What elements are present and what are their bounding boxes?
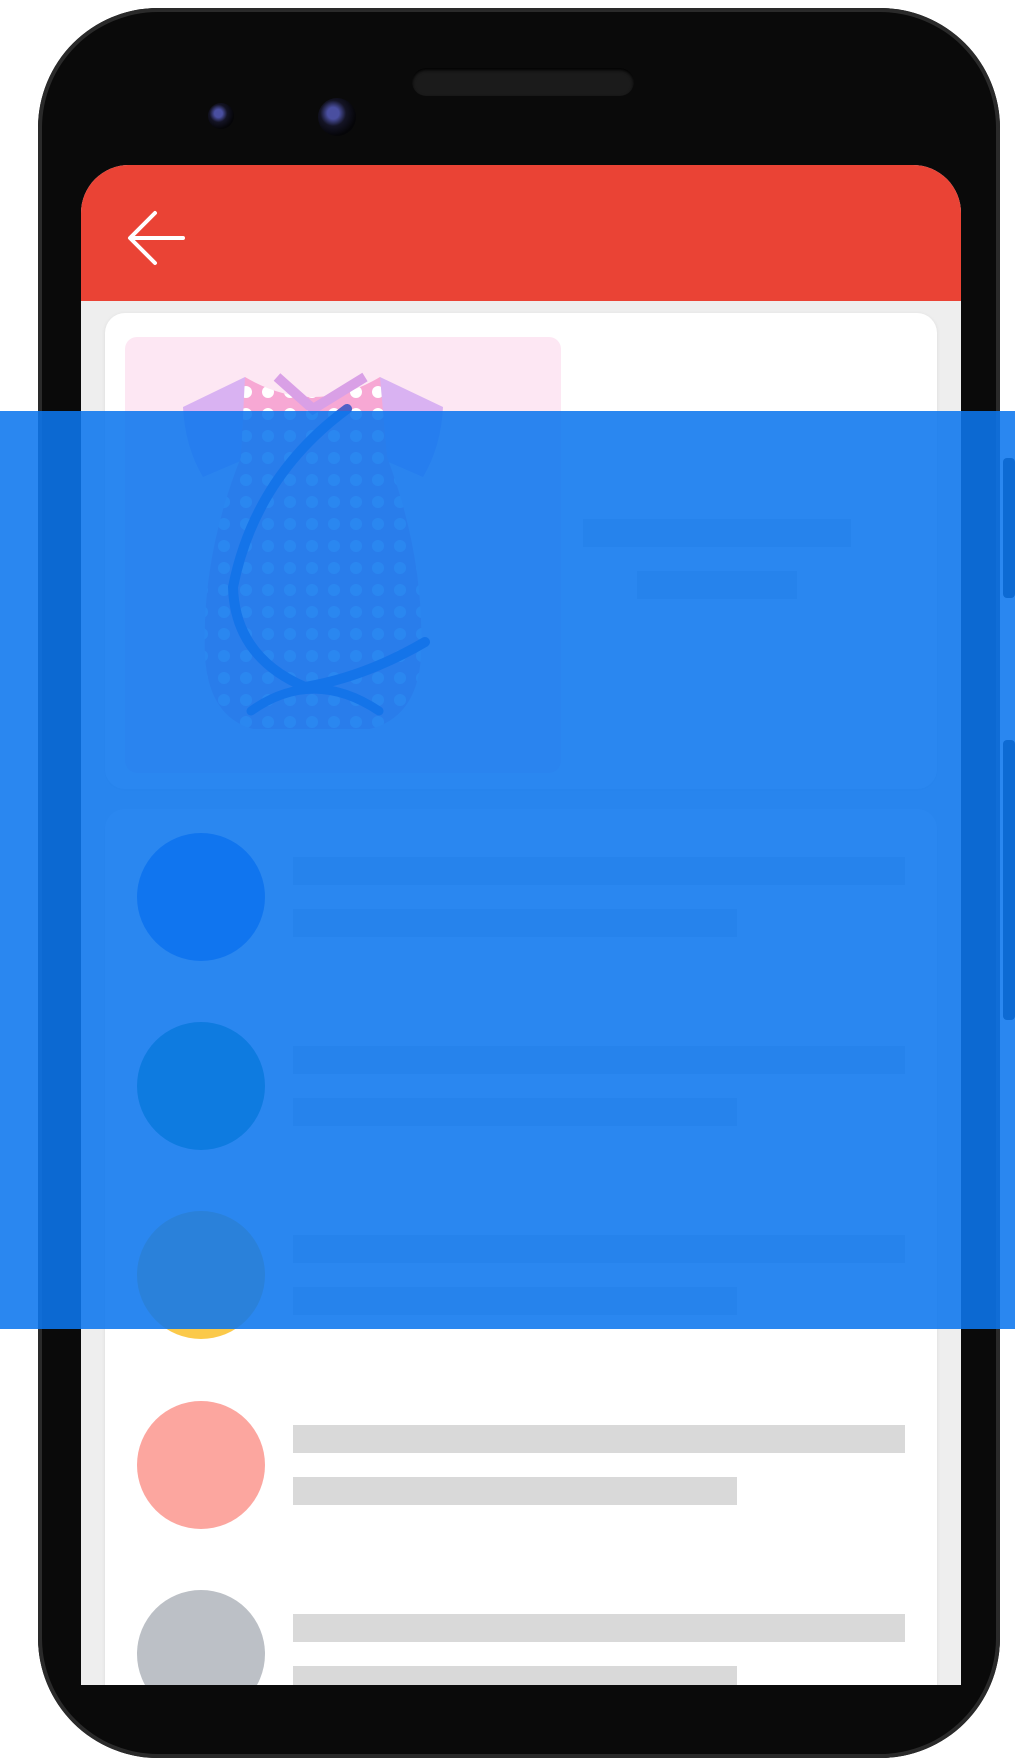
avatar [137, 1590, 265, 1685]
list-item-subtitle-placeholder [293, 1477, 737, 1505]
front-sensor [208, 103, 234, 129]
product-subtitle-placeholder [637, 571, 797, 599]
avatar [137, 1022, 265, 1150]
list-item-title-placeholder [293, 1425, 905, 1453]
avatar [137, 833, 265, 961]
list-item-subtitle-placeholder [293, 1098, 737, 1126]
list-item-title-placeholder [293, 1046, 905, 1074]
product-title-placeholder [583, 519, 851, 547]
power-button [1003, 458, 1015, 598]
arrow-left-icon [128, 211, 185, 265]
avatar [137, 1211, 265, 1339]
list-item[interactable] [105, 1590, 937, 1685]
front-camera [318, 98, 356, 136]
phone-speaker [412, 68, 634, 96]
list-item[interactable] [105, 1022, 937, 1152]
avatar [137, 1401, 265, 1529]
list-item-title-placeholder [293, 1614, 905, 1642]
list-item[interactable] [105, 833, 937, 963]
list-item[interactable] [105, 1401, 937, 1531]
app-screen [81, 165, 961, 1685]
product-image [125, 337, 561, 773]
list-item-subtitle-placeholder [293, 1287, 737, 1315]
app-bar [81, 165, 961, 301]
volume-button [1003, 740, 1015, 1020]
list-card [105, 809, 937, 1685]
baby-onesie-icon [183, 372, 443, 729]
list-item-subtitle-placeholder [293, 909, 737, 937]
list-item[interactable] [105, 1211, 937, 1341]
back-button[interactable] [121, 203, 191, 273]
product-card[interactable] [105, 313, 937, 789]
list-item-title-placeholder [293, 857, 905, 885]
list-item-title-placeholder [293, 1235, 905, 1263]
